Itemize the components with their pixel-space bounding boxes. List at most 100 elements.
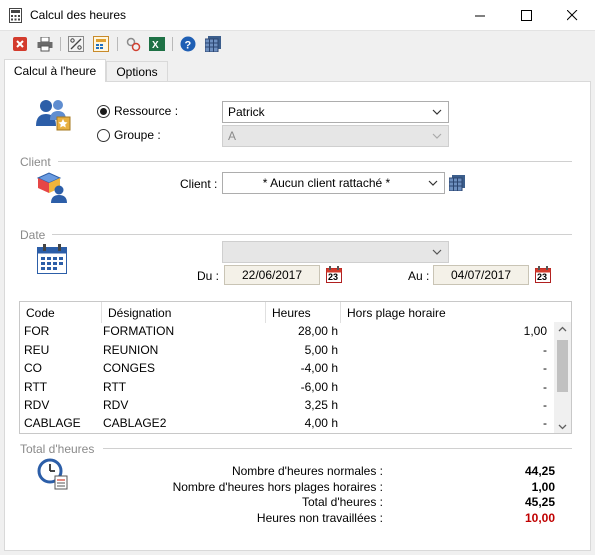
ressource-label: Ressource :	[114, 104, 179, 118]
percent-button[interactable]	[66, 34, 86, 54]
help-button[interactable]: ?	[178, 34, 198, 54]
table-scrollbar[interactable]	[554, 322, 571, 433]
client-icon	[36, 172, 67, 203]
grid-button[interactable]	[203, 34, 223, 54]
date-section-label: Date	[20, 228, 46, 242]
close-window-button[interactable]	[549, 0, 595, 31]
table-row[interactable]: CO CONGES -4,00 h -	[20, 360, 553, 378]
column-header-heures[interactable]: Heures	[266, 302, 341, 323]
cell-code: REU	[24, 343, 50, 357]
date-section-divider	[52, 234, 572, 235]
column-header-code[interactable]: Code	[20, 302, 102, 323]
heures-hors-plages-label: Nombre d'heures hors plages horaires :	[172, 480, 383, 494]
close-red-button[interactable]	[10, 34, 30, 54]
print-icon	[37, 36, 53, 51]
ressource-select[interactable]: Patrick	[222, 101, 449, 123]
heures-normales-label: Nombre d'heures normales :	[231, 464, 383, 478]
radio-groupe[interactable]	[97, 129, 110, 142]
users-icon	[36, 100, 71, 131]
window-title: Calcul des heures	[30, 8, 127, 22]
total-heures-value: 45,25	[524, 495, 555, 509]
tab-calcul-heure[interactable]: Calcul à l'heure	[4, 59, 106, 82]
calculator-icon	[93, 36, 109, 52]
cell-hors-plage: -	[543, 398, 547, 412]
close-red-icon	[13, 37, 27, 51]
maximize-icon	[520, 10, 532, 21]
groupe-select[interactable]: A	[222, 125, 449, 147]
toolbar-separator	[172, 37, 173, 51]
date-preset-select[interactable]	[222, 241, 449, 263]
help-icon: ?	[180, 36, 196, 52]
au-label: Au :	[408, 269, 430, 283]
table-row[interactable]: RDV RDV 3,25 h -	[20, 397, 553, 415]
table-row[interactable]: RTT RTT -6,00 h -	[20, 379, 553, 397]
client-select[interactable]: * Aucun client rattaché *	[222, 172, 445, 194]
grid-icon	[205, 36, 221, 52]
column-header-hors-plage[interactable]: Hors plage horaire	[341, 302, 553, 323]
cell-heures: 28,00 h	[297, 324, 338, 338]
maximize-button[interactable]	[503, 0, 549, 31]
calculator-app-icon	[9, 8, 22, 23]
excel-button[interactable]: X	[147, 34, 167, 54]
hours-table: Code Désignation Heures Hors plage horai…	[19, 301, 572, 434]
percent-icon	[68, 36, 84, 52]
groupe-value: A	[228, 129, 237, 143]
cell-designation: RTT	[103, 380, 127, 394]
ressource-value: Patrick	[228, 105, 265, 119]
cell-designation: CABLAGE2	[103, 416, 167, 430]
tab-options[interactable]: Options	[106, 61, 168, 82]
du-calendar-day: 23	[328, 272, 339, 282]
column-header-designation[interactable]: Désignation	[102, 302, 266, 323]
heures-normales-value: 44,25	[524, 464, 555, 478]
chevron-down-icon	[432, 133, 442, 139]
cell-designation: CONGES	[103, 361, 156, 375]
du-date-field[interactable]: 22/06/2017	[224, 265, 320, 285]
cell-designation: RDV	[103, 398, 129, 412]
close-icon	[566, 10, 577, 21]
heures-hors-plages-value: 1,00	[531, 480, 555, 494]
total-heures-label: Total d'heures :	[301, 495, 383, 509]
client-value: * Aucun client rattaché *	[262, 176, 391, 190]
cell-code: RTT	[24, 380, 48, 394]
cell-heures: -4,00 h	[300, 361, 338, 375]
cell-hors-plage: -	[543, 380, 547, 394]
minimize-button[interactable]	[457, 0, 503, 31]
toolbar-separator	[117, 37, 118, 51]
scrollbar-thumb[interactable]	[557, 340, 568, 392]
minimize-icon	[474, 15, 485, 17]
radio-ressource[interactable]	[97, 105, 110, 118]
client-label: Client :	[180, 177, 218, 191]
table-row[interactable]: REU REUNION 5,00 h -	[20, 342, 553, 360]
cell-heures: 5,00 h	[304, 343, 338, 357]
client-list-button[interactable]	[449, 175, 465, 191]
excel-icon: X	[149, 37, 165, 51]
heures-non-travaillees-value: 10,00	[524, 511, 555, 525]
au-calendar-button[interactable]: 23	[535, 266, 551, 283]
du-calendar-button[interactable]: 23	[326, 266, 342, 283]
cell-hors-plage: 1,00	[523, 324, 547, 338]
cell-heures: 4,00 h	[304, 416, 338, 430]
calendar-icon	[37, 244, 67, 274]
toolbar: X ?	[0, 31, 595, 56]
chevron-down-icon	[432, 249, 442, 255]
cell-heures: 3,25 h	[304, 398, 338, 412]
du-label: Du :	[197, 269, 220, 283]
calculator-button[interactable]	[91, 34, 111, 54]
table-row[interactable]: FOR FORMATION 28,00 h 1,00	[20, 323, 553, 341]
cell-code: CABLAGE	[24, 416, 81, 430]
title-bar: Calcul des heures	[0, 0, 595, 31]
cell-designation: FORMATION	[103, 324, 175, 338]
table-row[interactable]: CABLAGE CABLAGE2 4,00 h -	[20, 415, 553, 433]
cell-hors-plage: -	[543, 361, 547, 375]
cell-designation: REUNION	[103, 343, 159, 357]
scroll-down-icon[interactable]	[558, 424, 567, 430]
cell-code: CO	[24, 361, 42, 375]
au-date-field[interactable]: 04/07/2017	[433, 265, 529, 285]
totals-section-label: Total d'heures	[20, 442, 95, 456]
svg-text:X: X	[152, 40, 159, 51]
totals-section-divider	[103, 448, 572, 449]
print-button[interactable]	[35, 34, 55, 54]
scroll-up-icon[interactable]	[558, 326, 567, 332]
au-calendar-day: 23	[537, 272, 548, 282]
link-button[interactable]	[124, 34, 144, 54]
